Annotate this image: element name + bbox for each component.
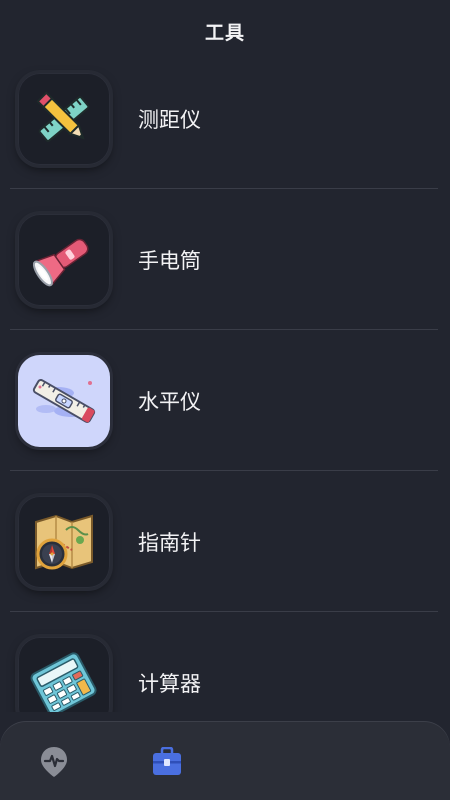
bottom-tab-bar: [0, 722, 450, 800]
page-title: 工具: [204, 21, 245, 44]
tool-label: 指南针: [138, 530, 201, 555]
spirit-level-icon: [32, 378, 96, 423]
tool-label: 手电筒: [138, 248, 201, 273]
location-pulse-icon: [41, 747, 67, 777]
tool-item-flashlight[interactable]: 手电筒: [0, 189, 450, 330]
ruler-pencil-icon: [36, 90, 90, 142]
tool-list: 测距仪 手电筒 水平仪 指南针 计算器: [0, 48, 450, 712]
calculator-icon: [30, 651, 97, 712]
tab-monitor[interactable]: [36, 744, 72, 780]
tool-icon-tile: [18, 354, 110, 447]
tool-item-calculator[interactable]: 计算器: [0, 612, 450, 712]
tool-label: 测距仪: [138, 107, 201, 132]
toolbox-icon: [153, 747, 181, 775]
tool-label: 水平仪: [138, 389, 201, 414]
tab-tools[interactable]: [149, 744, 185, 780]
tool-icon-tile: [18, 213, 110, 306]
compass-icon: [35, 514, 93, 569]
tool-icon-tile: [18, 495, 110, 588]
flashlight-icon: [32, 238, 89, 286]
tool-label: 计算器: [138, 671, 201, 696]
tool-icon-tile: [18, 72, 110, 165]
tool-item-compass[interactable]: 指南针: [0, 471, 450, 612]
tool-item-spirit-level[interactable]: 水平仪: [0, 330, 450, 471]
tool-item-rangefinder[interactable]: 测距仪: [0, 48, 450, 189]
tool-icon-tile: [18, 636, 110, 712]
